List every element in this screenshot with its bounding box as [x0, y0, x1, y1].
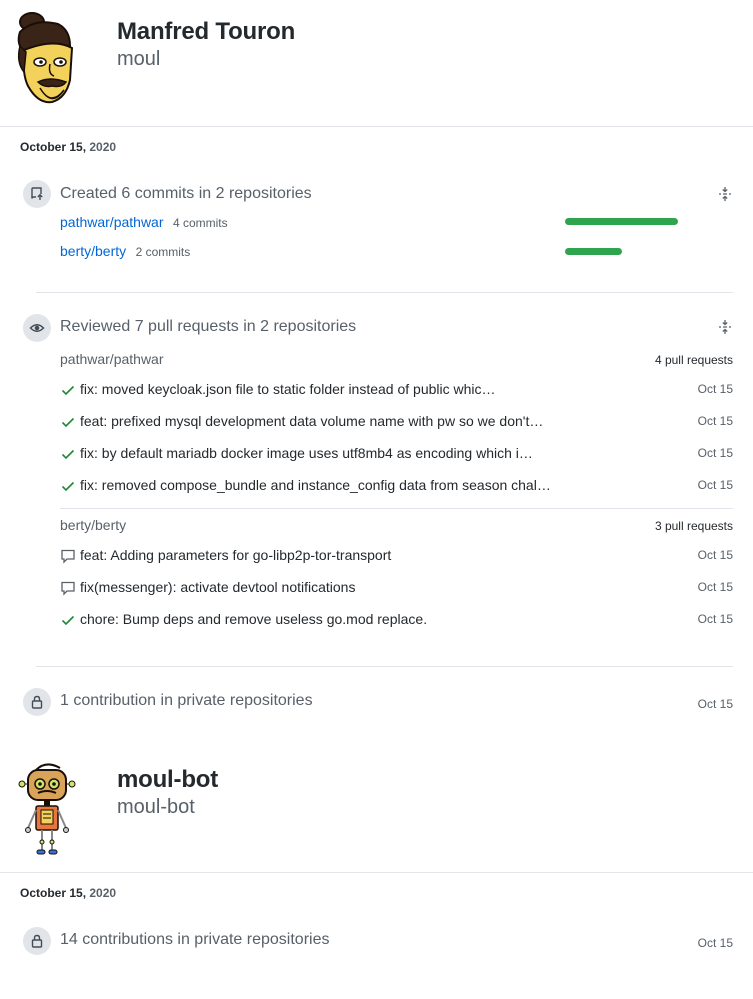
- pr-date: Oct 15: [697, 612, 733, 626]
- date-year: 2020: [89, 140, 117, 154]
- lock-icon: [31, 695, 43, 709]
- commit-count[interactable]: 4 commits: [173, 216, 228, 230]
- comment-icon: [60, 548, 76, 564]
- check-icon: [60, 446, 76, 462]
- user2-avatar[interactable]: [16, 762, 76, 856]
- lock-icon: [31, 934, 43, 948]
- pr-date: Oct 15: [697, 580, 733, 594]
- pr-title-link[interactable]: feat: Adding parameters for go-libp2p-to…: [80, 547, 391, 563]
- commits-summary[interactable]: Created 6 commits in 2 repositories: [60, 185, 312, 203]
- group-divider: [60, 508, 733, 509]
- eye-icon: [29, 324, 45, 332]
- user2-login[interactable]: moul-bot: [117, 796, 195, 819]
- check-icon: [60, 382, 76, 398]
- pr-date: Oct 15: [697, 478, 733, 492]
- fold-icon[interactable]: [717, 186, 733, 202]
- review-group-count: 3 pull requests: [654, 519, 733, 533]
- user1-avatar[interactable]: [14, 12, 78, 110]
- commit-progress-bar: [565, 218, 678, 225]
- user2-header-divider: [0, 872, 753, 873]
- commits-badge: [23, 180, 51, 208]
- repo-push-icon: [31, 187, 43, 200]
- user1-header-divider: [0, 126, 753, 127]
- commit-count[interactable]: 2 commits: [136, 245, 191, 259]
- private-contributions-date: Oct 15: [697, 936, 733, 950]
- review-group-repo[interactable]: pathwar/pathwar: [60, 351, 164, 367]
- avatar-illustration: [17, 12, 74, 104]
- pr-date: Oct 15: [697, 382, 733, 396]
- section-divider: [36, 292, 733, 293]
- check-icon: [60, 612, 76, 628]
- date-day: October 15,: [20, 886, 87, 900]
- pr-date: Oct 15: [697, 446, 733, 460]
- pr-title-link[interactable]: fix: removed compose_bundle and instance…: [80, 477, 551, 493]
- user1-date-heading: October 15, 2020: [20, 140, 116, 154]
- private-contributions-summary: 1 contribution in private repositories: [60, 692, 313, 709]
- check-icon: [60, 414, 76, 430]
- user1-display-name[interactable]: Manfred Touron: [117, 18, 295, 46]
- review-group-count: 4 pull requests: [654, 353, 733, 367]
- date-day: October 15,: [20, 140, 87, 154]
- private-contributions-date: Oct 15: [697, 697, 733, 711]
- private-contributions-summary: 14 contributions in private repositories: [60, 931, 330, 948]
- robot-avatar-illustration: [18, 763, 76, 855]
- commit-repo-row: berty/berty 2 commits: [60, 243, 190, 261]
- pr-title-link[interactable]: feat: prefixed mysql development data vo…: [80, 413, 543, 429]
- commit-repo-link[interactable]: pathwar/pathwar: [60, 214, 164, 230]
- comment-icon: [60, 580, 76, 596]
- user2-date-heading: October 15, 2020: [20, 886, 116, 900]
- commit-repo-row: pathwar/pathwar 4 commits: [60, 214, 228, 232]
- reviews-badge: [23, 314, 51, 342]
- private-badge: [23, 688, 51, 716]
- date-year: 2020: [89, 886, 117, 900]
- commit-repo-link[interactable]: berty/berty: [60, 243, 126, 259]
- commit-progress-bar: [565, 248, 622, 255]
- review-group-repo[interactable]: berty/berty: [60, 517, 126, 533]
- pr-title-link[interactable]: fix(messenger): activate devtool notific…: [80, 579, 355, 595]
- fold-icon[interactable]: [717, 319, 733, 335]
- pr-date: Oct 15: [697, 548, 733, 562]
- check-icon: [60, 478, 76, 494]
- pr-title-link[interactable]: chore: Bump deps and remove useless go.m…: [80, 611, 427, 627]
- pr-title-link[interactable]: fix: moved keycloak.json file to static …: [80, 381, 496, 397]
- user2-display-name[interactable]: moul-bot: [117, 766, 218, 794]
- reviews-summary[interactable]: Reviewed 7 pull requests in 2 repositori…: [60, 318, 356, 336]
- pr-date: Oct 15: [697, 414, 733, 428]
- user1-login[interactable]: moul: [117, 48, 160, 71]
- private-badge: [23, 927, 51, 955]
- section-divider: [36, 666, 733, 667]
- pr-title-link[interactable]: fix: by default mariadb docker image use…: [80, 445, 533, 461]
